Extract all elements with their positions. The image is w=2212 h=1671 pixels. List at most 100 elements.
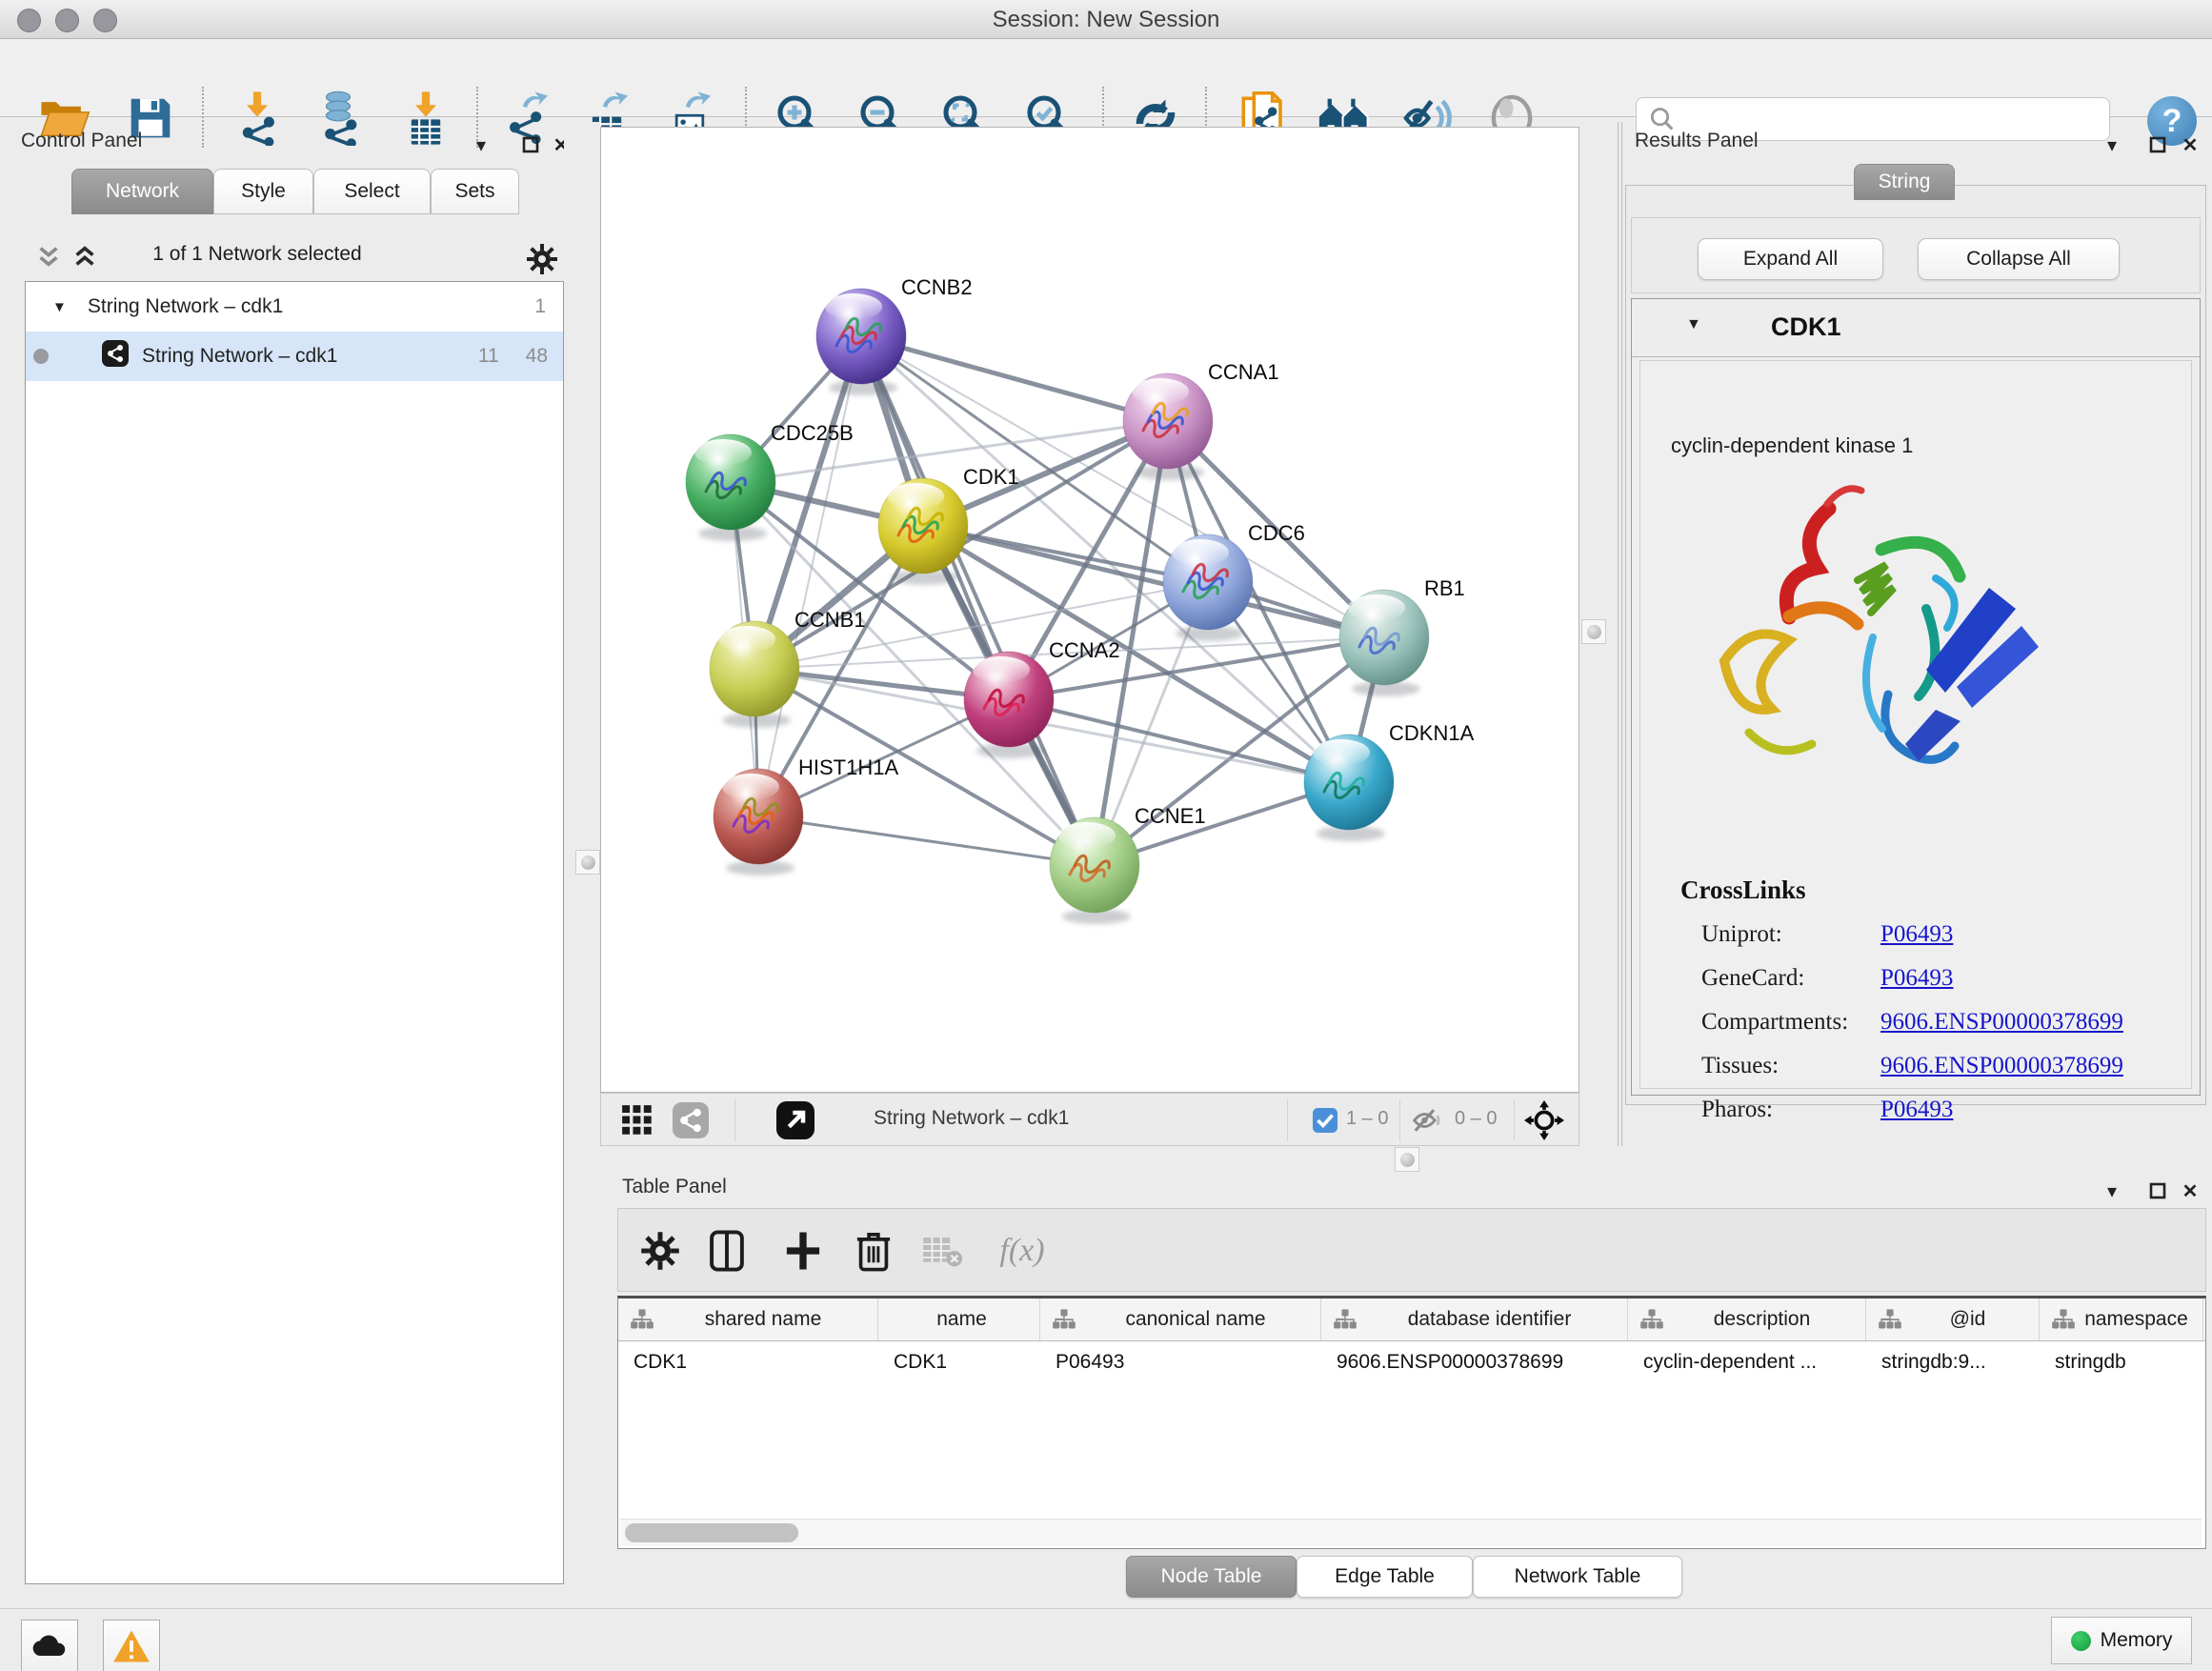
node-table: shared namenamecanonical namedatabase id…: [617, 1296, 2206, 1549]
node-label: CDKN1A: [1389, 721, 1475, 745]
crosslink-link[interactable]: 9606.ENSP00000378699: [1880, 1053, 2123, 1079]
import-network-database-icon[interactable]: [307, 89, 370, 148]
collection-count: 1: [534, 295, 546, 318]
network-tree: ▼ String Network – cdk1 1 String Network…: [25, 281, 564, 1584]
network-node-CCNA1[interactable]: CCNA1: [1123, 360, 1279, 480]
bottom-splitter-handle[interactable]: [1395, 1147, 1419, 1172]
network-panel-gear-icon[interactable]: [526, 243, 558, 272]
tab-node-table[interactable]: Node Table: [1126, 1556, 1297, 1598]
column-header-description[interactable]: description: [1628, 1299, 1866, 1340]
network-node-HIST1H1A[interactable]: HIST1H1A: [714, 755, 898, 876]
control-panel-float-icon[interactable]: [514, 133, 547, 156]
crosslink-link[interactable]: P06493: [1880, 921, 1953, 948]
crosslink-label: Tissues:: [1701, 1053, 1779, 1079]
network-row-selected[interactable]: String Network – cdk1 11 48: [26, 332, 563, 381]
node-label: CCNA2: [1049, 638, 1120, 662]
select-columns-icon[interactable]: [702, 1226, 752, 1276]
table-hscrollbar-thumb[interactable]: [625, 1523, 798, 1542]
table-gear-icon[interactable]: [635, 1226, 685, 1276]
crosslink-link[interactable]: P06493: [1880, 1097, 1953, 1123]
network-canvas[interactable]: CCNB2CCNA1CDC25BCDK1CDC6RB1CCNB1CCNA2CDK…: [600, 127, 1579, 1093]
column-header-namespace[interactable]: namespace: [2040, 1299, 2203, 1340]
column-header-canonical-name[interactable]: canonical name: [1040, 1299, 1321, 1340]
string-network-icon: [102, 340, 129, 372]
crosslink-link[interactable]: 9606.ENSP00000378699: [1880, 1009, 2123, 1036]
network-label: String Network – cdk1: [142, 345, 337, 368]
cloud-status-button[interactable]: [21, 1620, 78, 1671]
cytoscape-window: Session: New Session: [0, 0, 2212, 1671]
divider: [1632, 356, 2200, 357]
network-node-RB1[interactable]: RB1: [1339, 576, 1465, 696]
crosslink-label: Compartments:: [1701, 1009, 1848, 1036]
tab-string[interactable]: String: [1854, 164, 1955, 200]
column-type-icon: [1878, 1308, 1902, 1331]
results-buttons-box: Expand All Collapse All: [1631, 217, 2201, 293]
crosslink-link[interactable]: P06493: [1880, 965, 1953, 992]
delete-table-icon[interactable]: [917, 1226, 967, 1276]
import-table-file-icon[interactable]: [394, 89, 457, 148]
toolbar-divider: [1399, 1099, 1400, 1141]
tab-network-table[interactable]: Network Table: [1473, 1556, 1682, 1598]
results-panel-close-icon[interactable]: ✕: [2174, 133, 2206, 156]
fit-selected-crosshair-icon[interactable]: [1523, 1100, 1565, 1140]
tab-sets[interactable]: Sets: [431, 169, 519, 214]
column-header--id[interactable]: @id: [1866, 1299, 2040, 1340]
tree-expander-icon[interactable]: ▼: [52, 299, 67, 315]
crosslinks-title: CrossLinks: [1680, 876, 1806, 905]
crosslink-row: GeneCard: P06493: [1640, 965, 2191, 1009]
gene-header-row[interactable]: ▼ CDK1: [1632, 299, 2200, 356]
toolbar-divider: [1514, 1099, 1515, 1141]
column-header-database-identifier[interactable]: database identifier: [1321, 1299, 1628, 1340]
tab-network[interactable]: Network: [71, 169, 213, 214]
hidden-eye-icon[interactable]: [1407, 1100, 1449, 1140]
hidden-nodes-count: 0 – 0: [1455, 1108, 1497, 1130]
title-bar: Session: New Session: [0, 0, 2212, 39]
table-panel-float-icon[interactable]: [2142, 1179, 2174, 1202]
column-header-name[interactable]: name: [878, 1299, 1040, 1340]
import-network-file-icon[interactable]: [226, 89, 289, 148]
string-panel-toggle-icon[interactable]: [670, 1100, 712, 1140]
expand-all-button[interactable]: Expand All: [1698, 238, 1883, 280]
table-cell: P06493: [1040, 1351, 1321, 1374]
left-splitter[interactable]: [564, 122, 600, 1146]
tab-style[interactable]: Style: [213, 169, 313, 214]
window-title: Session: New Session: [0, 7, 2212, 33]
status-bar-divider: [0, 1608, 2212, 1609]
column-header-shared-name[interactable]: shared name: [618, 1299, 878, 1340]
selected-nodes-checkbox[interactable]: [1304, 1100, 1346, 1140]
table-panel-collapse-icon[interactable]: ▾: [2096, 1179, 2128, 1202]
column-type-icon: [1639, 1308, 1664, 1331]
main-toolbar: ?: [0, 39, 2212, 117]
results-panel-collapse-icon[interactable]: ▾: [2096, 133, 2128, 156]
network-node-CDC6[interactable]: CDC6: [1163, 521, 1305, 641]
network-node-CDKN1A[interactable]: CDKN1A: [1304, 721, 1475, 841]
collapse-all-networks-icon[interactable]: [34, 243, 67, 272]
network-collection-row[interactable]: ▼ String Network – cdk1 1: [26, 282, 563, 332]
table-header-row: shared namenamecanonical namedatabase id…: [618, 1299, 2205, 1341]
edge-count: 48: [526, 345, 548, 368]
memory-button[interactable]: Memory: [2051, 1617, 2192, 1664]
toolbar-divider: [1287, 1099, 1288, 1141]
delete-column-icon[interactable]: [849, 1226, 898, 1276]
create-column-icon[interactable]: [778, 1226, 828, 1276]
network-node-CCNB2[interactable]: CCNB2: [816, 275, 973, 395]
gene-description: cyclin-dependent kinase 1: [1671, 433, 1913, 458]
network-selection-summary: 1 of 1 Network selected: [95, 243, 419, 266]
tab-select[interactable]: Select: [313, 169, 431, 214]
left-splitter-handle[interactable]: [575, 850, 600, 875]
function-builder-icon[interactable]: f(x): [984, 1226, 1060, 1276]
right-splitter-handle[interactable]: [1581, 619, 1606, 644]
warning-status-button[interactable]: [103, 1620, 160, 1671]
column-type-icon: [630, 1308, 654, 1331]
results-panel-float-icon[interactable]: [2142, 133, 2174, 156]
tab-edge-table[interactable]: Edge Table: [1297, 1556, 1473, 1598]
table-cell: 9606.ENSP00000378699: [1321, 1351, 1628, 1374]
control-panel-collapse-icon[interactable]: ▾: [465, 133, 497, 156]
gene-expander-icon[interactable]: ▼: [1686, 316, 1701, 333]
network-graph[interactable]: CCNB2CCNA1CDC25BCDK1CDC6RB1CCNB1CCNA2CDK…: [601, 128, 1579, 1092]
table-row[interactable]: CDK1CDK1P064939606.ENSP00000378699cyclin…: [618, 1341, 2205, 1383]
detach-view-icon[interactable]: [774, 1100, 816, 1140]
table-panel-close-icon[interactable]: ✕: [2174, 1179, 2206, 1202]
collapse-all-button[interactable]: Collapse All: [1918, 238, 2120, 280]
birds-eye-view-icon[interactable]: [616, 1100, 658, 1140]
